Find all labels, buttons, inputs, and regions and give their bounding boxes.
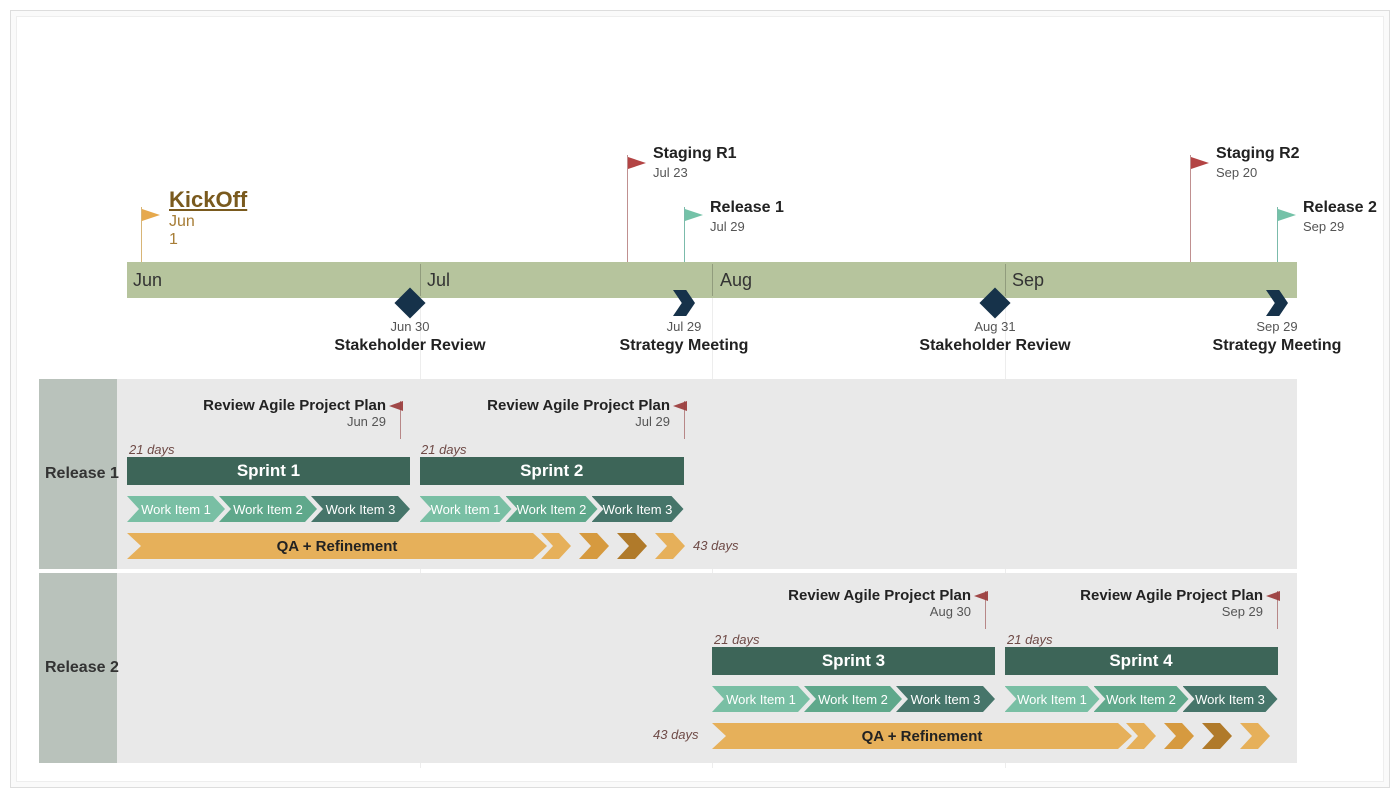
milestone-date: Jul 29 bbox=[604, 319, 764, 334]
milestone-label: Stakeholder Review bbox=[310, 337, 510, 355]
chart-frame: Jun Jul Aug Sep KickOff Jun 1 Staging R1… bbox=[10, 10, 1390, 788]
sprint-1-items: Work Item 1 Work Item 2 Work Item 3 bbox=[127, 496, 410, 522]
flag-icon bbox=[685, 209, 703, 221]
work-item[interactable]: Work Item 2 bbox=[219, 496, 317, 522]
milestone-label: Strategy Meeting bbox=[1177, 337, 1377, 355]
qa-2-days: 43 days bbox=[653, 727, 699, 742]
flag-title: Staging R1 bbox=[653, 145, 737, 163]
sprint-4-days: 21 days bbox=[1007, 632, 1053, 647]
flag-title: KickOff bbox=[169, 187, 247, 213]
sprint-4-items: Work Item 1 Work Item 2 Work Item 3 bbox=[1005, 686, 1278, 712]
review-date: Jul 29 bbox=[487, 414, 670, 429]
qa-bar-2[interactable]: QA + Refinement bbox=[712, 723, 1132, 749]
chart-canvas: Jun Jul Aug Sep KickOff Jun 1 Staging R1… bbox=[16, 16, 1384, 782]
milestone-strategy-jul[interactable] bbox=[673, 290, 695, 316]
sprint-3-items: Work Item 1 Work Item 2 Work Item 3 bbox=[712, 686, 995, 712]
work-item[interactable]: Work Item 1 bbox=[712, 686, 810, 712]
milestone-strategy-sep[interactable] bbox=[1266, 290, 1288, 316]
flag-icon bbox=[1191, 157, 1209, 169]
diamond-icon bbox=[394, 287, 425, 318]
milestone-date: Sep 29 bbox=[1197, 319, 1357, 334]
month-aug: Aug bbox=[720, 270, 752, 291]
flag-date: Sep 29 bbox=[1303, 219, 1344, 234]
diamond-icon bbox=[979, 287, 1010, 318]
milestone-stakeholder-jun[interactable] bbox=[399, 292, 421, 314]
work-item[interactable]: Work Item 3 bbox=[592, 496, 684, 522]
qa-1-days: 43 days bbox=[693, 538, 739, 553]
sprint-3-bar[interactable]: Sprint 3 bbox=[712, 647, 995, 675]
milestone-date: Jun 30 bbox=[330, 319, 490, 334]
sprint-2-days: 21 days bbox=[421, 442, 467, 457]
flag-title: Release 2 bbox=[1303, 199, 1377, 217]
milestone-label: Strategy Meeting bbox=[584, 337, 784, 355]
work-item[interactable]: Work Item 3 bbox=[1183, 686, 1278, 712]
month-jul: Jul bbox=[427, 270, 450, 291]
flag-title: Release 1 bbox=[710, 199, 784, 217]
milestone-label: Stakeholder Review bbox=[895, 337, 1095, 355]
sprint-1-days: 21 days bbox=[129, 442, 175, 457]
flag-date: Jul 29 bbox=[710, 219, 745, 234]
milestone-date: Aug 31 bbox=[915, 319, 1075, 334]
chevron-icon bbox=[1266, 290, 1288, 316]
flag-icon bbox=[142, 209, 160, 221]
work-item[interactable]: Work Item 3 bbox=[896, 686, 995, 712]
milestone-stakeholder-aug[interactable] bbox=[984, 292, 1006, 314]
lane-title-1: Release 1 bbox=[45, 465, 119, 483]
flag-icon bbox=[1278, 209, 1296, 221]
work-item[interactable]: Work Item 2 bbox=[1094, 686, 1189, 712]
review-date: Jun 29 bbox=[203, 414, 386, 429]
chevron-icon bbox=[673, 290, 695, 316]
review-date: Aug 30 bbox=[788, 604, 971, 619]
sprint-2-items: Work Item 1 Work Item 2 Work Item 3 bbox=[420, 496, 685, 522]
flag-date: Jul 23 bbox=[653, 165, 688, 180]
work-item[interactable]: Work Item 1 bbox=[1005, 686, 1100, 712]
review-title: Review Agile Project Plan bbox=[788, 587, 971, 604]
review-title: Review Agile Project Plan bbox=[1080, 587, 1263, 604]
sprint-3-days: 21 days bbox=[714, 632, 760, 647]
sprint-4-bar[interactable]: Sprint 4 bbox=[1005, 647, 1278, 675]
sprint-1-bar[interactable]: Sprint 1 bbox=[127, 457, 410, 485]
month-sep: Sep bbox=[1012, 270, 1044, 291]
work-item[interactable]: Work Item 2 bbox=[506, 496, 598, 522]
flag-title: Staging R2 bbox=[1216, 145, 1300, 163]
review-title: Review Agile Project Plan bbox=[487, 397, 670, 414]
review-title: Review Agile Project Plan bbox=[203, 397, 386, 414]
work-item[interactable]: Work Item 3 bbox=[311, 496, 410, 522]
lane-title-2: Release 2 bbox=[45, 659, 119, 677]
timeline-band: Jun Jul Aug Sep bbox=[127, 262, 1297, 298]
work-item[interactable]: Work Item 1 bbox=[420, 496, 512, 522]
flag-icon bbox=[628, 157, 646, 169]
flag-date: Sep 20 bbox=[1216, 165, 1257, 180]
month-jun: Jun bbox=[133, 270, 162, 291]
work-item[interactable]: Work Item 1 bbox=[127, 496, 225, 522]
sprint-2-bar[interactable]: Sprint 2 bbox=[420, 457, 685, 485]
qa-bar-1[interactable]: QA + Refinement bbox=[127, 533, 547, 559]
review-date: Sep 29 bbox=[1080, 604, 1263, 619]
work-item[interactable]: Work Item 2 bbox=[804, 686, 902, 712]
flag-date: Jun 1 bbox=[169, 213, 195, 249]
